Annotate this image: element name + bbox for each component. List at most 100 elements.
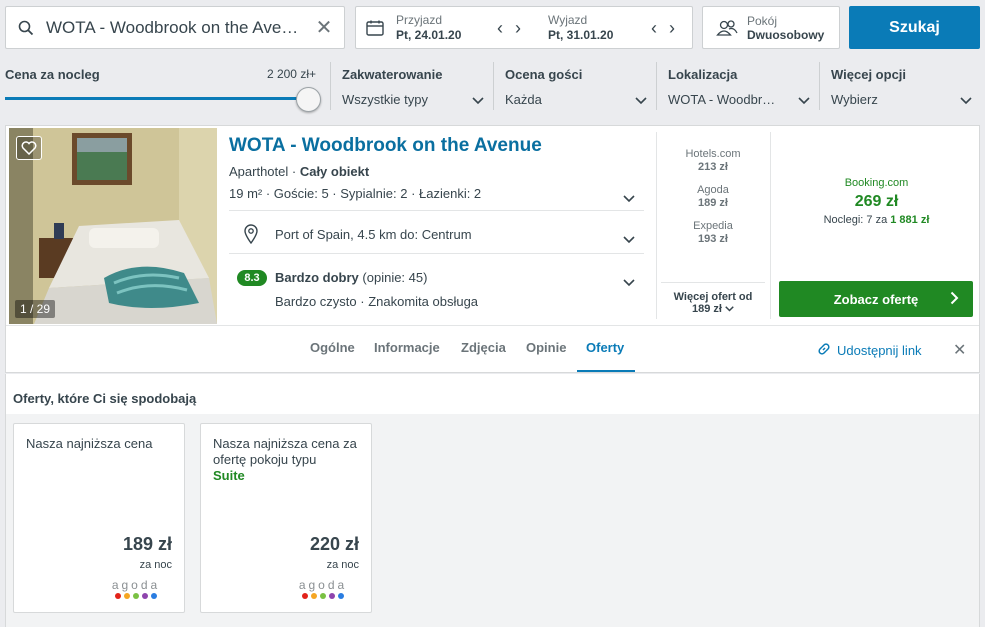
photo-counter: 1 / 29 [15,300,56,318]
checkin-prev-arrow-icon[interactable]: ‹ [497,18,503,39]
location-chevron-down-icon[interactable] [623,231,635,247]
hotel-name-link[interactable]: WOTA - Woodbrook on the Avenue [229,135,542,157]
rating-filter-label: Ocena gości [505,67,583,82]
checkin-value: Pt, 24.01.20 [396,28,462,42]
room-selector[interactable]: Pokój Dwuosobowy [702,6,840,49]
deal-price: 189 zł [122,534,172,554]
deal-price: 220 zł [309,534,359,554]
chevron-down-icon [635,92,647,108]
link-icon [817,342,831,359]
checkin-label: Przyjazd [396,13,443,27]
checkin-date[interactable]: Przyjazd Pt, 24.01.20 [396,13,461,42]
rooms-label: Pokój [747,14,778,28]
more-offers-button[interactable]: Więcej ofert od 189 zł [661,282,765,315]
nights-total: 1 881 zł [890,214,930,226]
chevron-down-icon [798,92,810,108]
date-picker[interactable]: Przyjazd Pt, 24.01.20 ‹ › Wyjazd Pt, 31.… [355,6,693,49]
share-link-label: Udostępnij link [837,343,922,358]
view-deal-button[interactable]: Zobacz ofertę [779,281,973,317]
divider [656,132,657,319]
specs-chevron-down-icon[interactable] [623,190,635,206]
best-offer-nights: Noclegi: 7 za 1 881 zł [779,214,974,226]
rooms-value: Dwuosobowy [747,28,825,42]
agoda-logo-word: agoda [111,578,161,592]
price-slider-track[interactable] [5,97,310,100]
tab-info[interactable]: Informacje [374,340,440,355]
offer-price: 193 zł [698,233,728,245]
rating-word: Bardzo dobry [275,270,359,285]
deals-title: Oferty, które Ci się spodobają [13,391,197,406]
rating-filter[interactable]: Ocena gości Każda [493,62,655,110]
agoda-logo: agoda [106,578,166,599]
deal-card[interactable]: Nasza najniższa cena za ofertę pokoju ty… [200,423,372,613]
chevron-right-icon [950,291,959,308]
rating-chevron-down-icon[interactable] [623,274,635,290]
rating-summary[interactable]: Bardzo dobry (opinie: 45) [275,270,427,285]
favorite-heart-icon[interactable] [16,136,42,160]
checkout-prev-arrow-icon[interactable]: ‹ [651,18,657,39]
other-offers-list: Hotels.com 213 zł Agoda 189 zł Expedia 1… [658,148,768,256]
location-filter-value: WOTA - Woodbr… [668,92,776,107]
checkout-label: Wyjazd [548,13,588,27]
offer-item[interactable]: Agoda 189 zł [658,184,768,209]
chevron-down-icon [725,303,734,315]
best-offer-price: 269 zł [854,193,899,210]
chevron-down-icon [472,92,484,108]
checkin-next-arrow-icon[interactable]: › [515,18,521,39]
search-button[interactable]: Szukaj [849,6,980,49]
accommodation-filter[interactable]: Zakwaterowanie Wszystkie typy [330,62,492,110]
location-filter-label: Lokalizacja [668,67,738,82]
more-options-value: Wybierz [831,92,878,107]
divider [229,210,644,211]
chevron-down-icon [960,92,972,108]
price-filter-label: Cena za nocleg [5,67,100,82]
rating-count: (opinie: 45) [358,270,428,285]
deals-header: Oferty, które Ci się spodobają [5,374,980,414]
nights-text: Noclegi: 7 za [823,214,891,226]
tab-reviews[interactable]: Opinie [526,340,566,355]
tab-deals[interactable]: Oferty [586,340,624,355]
location-filter[interactable]: Lokalizacja WOTA - Woodbr… [656,62,818,110]
price-slider-handle[interactable] [296,87,321,112]
search-icon [6,20,46,36]
share-link-button[interactable]: Udostępnij link [817,342,922,359]
accommodation-filter-label: Zakwaterowanie [342,67,443,82]
hotel-location[interactable]: Port of Spain, 4.5 km do: Centrum [275,227,472,242]
destination-search-field[interactable]: WOTA - Woodbrook on the Avenu… ✕ [5,6,345,49]
deal-card[interactable]: Nasza najniższa cena 189 zł za noc agoda [13,423,185,613]
rating-score-badge: 8.3 [237,270,267,286]
rating-highlights: Bardzo czysto · Znakomita obsługa [275,294,479,309]
offer-item[interactable]: Hotels.com 213 zł [658,148,768,173]
more-offers-label: Więcej ofert od [673,291,753,303]
rating-filter-value: Każda [505,92,542,107]
offer-provider: Expedia [693,220,733,232]
hotel-photo[interactable]: 1 / 29 [9,128,217,324]
offer-price: 189 zł [698,197,728,209]
best-offer[interactable]: Booking.com 269 zł Noclegi: 7 za 1 881 z… [779,177,974,226]
tab-photos[interactable]: Zdjęcia [461,340,506,355]
deal-per-night: za noc [326,559,359,571]
active-tab-indicator [577,370,635,372]
offer-item[interactable]: Expedia 193 zł [658,220,768,245]
hotel-type-bold: Cały obiekt [299,164,370,179]
deal-desc-text: Nasza najniższa cena za ofertę pokoju ty… [213,436,357,467]
hotel-type-text: Aparthotel · [229,164,300,179]
checkout-date[interactable]: Wyjazd Pt, 31.01.20 [548,13,613,42]
calendar-icon [366,20,384,39]
price-filter-max: 2 200 zł+ [266,67,316,81]
destination-input[interactable]: WOTA - Woodbrook on the Avenu… [46,18,304,38]
accommodation-filter-value: Wszystkie typy [342,92,428,107]
offer-provider: Hotels.com [685,148,741,160]
clear-icon[interactable]: ✕ [304,15,344,40]
close-icon[interactable]: ✕ [953,340,966,360]
agoda-logo: agoda [293,578,353,599]
more-options-filter[interactable]: Więcej opcji Wybierz [819,62,980,110]
checkout-next-arrow-icon[interactable]: › [669,18,675,39]
deal-per-night: za noc [139,559,172,571]
hotel-type: Aparthotel · Cały obiekt [229,164,369,179]
deal-room-type: Suite [213,468,245,483]
tab-overview[interactable]: Ogólne [310,340,355,355]
deal-desc-text: Nasza najniższa cena [26,436,153,451]
checkout-value: Pt, 31.01.20 [548,28,614,42]
offer-provider: Agoda [697,184,729,196]
